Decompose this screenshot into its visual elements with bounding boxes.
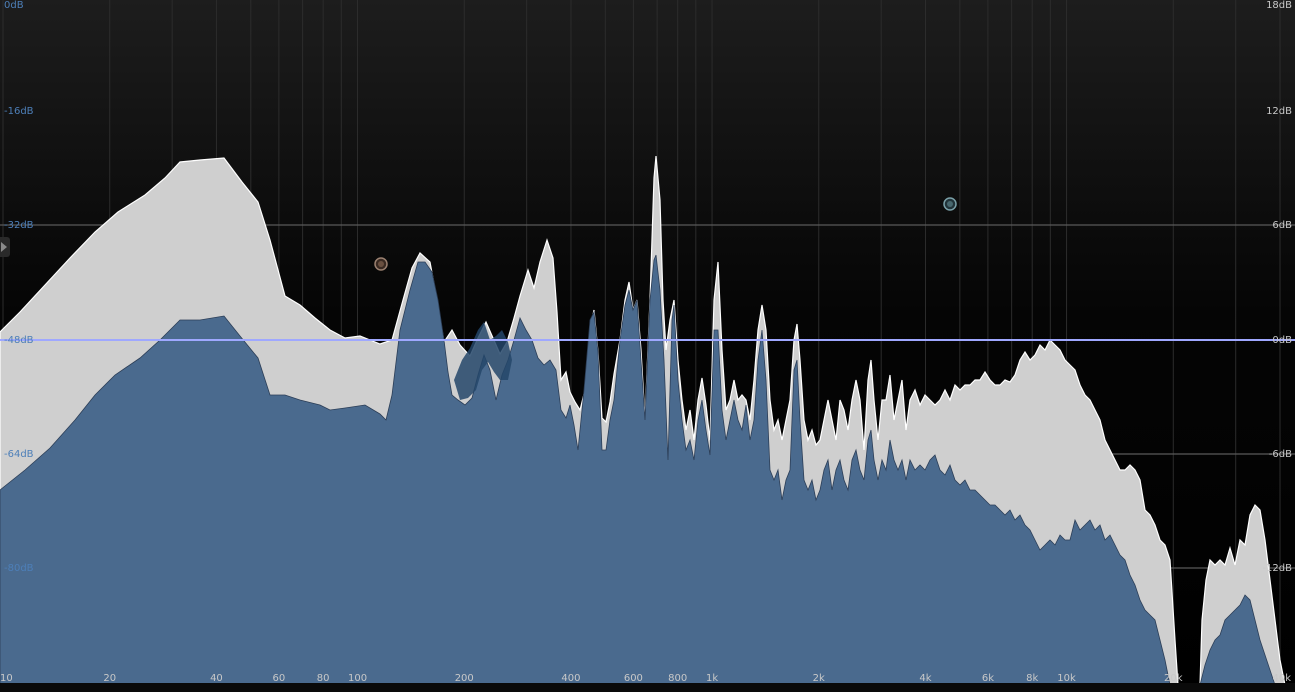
right-axis-label: 0dB (1272, 335, 1292, 346)
right-axis-label: -12dB (1262, 563, 1292, 574)
frequency-axis-strip (0, 683, 1295, 692)
spectrum-analyzer: 0dB -16dB -32dB -48dB -64dB -80dB 18dB 1… (0, 0, 1295, 692)
frequency-label: 20 (103, 673, 116, 684)
frequency-label: 40 (210, 673, 223, 684)
frequency-label: 2k (813, 673, 825, 684)
frequency-label: 80 (317, 673, 330, 684)
left-axis-label: 0dB (4, 0, 24, 11)
left-axis-label: -32dB (4, 220, 34, 231)
frequency-label: 4k (919, 673, 931, 684)
frequency-label: 400 (561, 673, 580, 684)
frequency-label: 1k (706, 673, 718, 684)
frequency-label: 600 (624, 673, 643, 684)
frequency-label: 8k (1026, 673, 1038, 684)
left-axis-label: -48dB (4, 335, 34, 346)
side-panel-toggle[interactable] (0, 237, 10, 257)
frequency-label: 10 (0, 673, 13, 684)
right-axis-label: -6dB (1269, 449, 1292, 460)
frequency-label: 40k (1272, 673, 1291, 684)
frequency-label: 20k (1164, 673, 1183, 684)
left-axis-label: -80dB (4, 563, 34, 574)
band-1-handle[interactable] (374, 257, 388, 271)
right-axis-label: 18dB (1266, 0, 1292, 11)
band-2-handle[interactable] (943, 197, 957, 211)
frequency-label: 60 (273, 673, 286, 684)
expand-arrow-icon (1, 242, 7, 252)
left-axis-label: -64dB (4, 449, 34, 460)
frequency-label: 6k (982, 673, 994, 684)
left-axis-label: -16dB (4, 106, 34, 117)
frequency-label: 800 (668, 673, 687, 684)
frequency-label: 10k (1057, 673, 1076, 684)
frequency-label: 100 (348, 673, 367, 684)
right-axis-label: 12dB (1266, 106, 1292, 117)
right-axis-label: 6dB (1272, 220, 1292, 231)
frequency-label: 200 (455, 673, 474, 684)
